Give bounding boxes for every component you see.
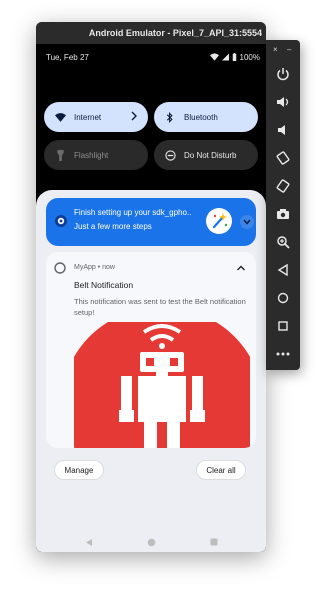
tile-dnd-label: Do Not Disturb xyxy=(184,150,237,160)
tile-internet[interactable]: Internet xyxy=(44,102,148,132)
nav-overview-icon[interactable] xyxy=(210,538,218,546)
tile-bluetooth[interactable]: Bluetooth xyxy=(154,102,258,132)
volume-down-icon[interactable] xyxy=(275,122,291,138)
flashlight-icon xyxy=(54,149,66,161)
collapse-chevron-icon[interactable] xyxy=(234,261,248,275)
expand-chevron-icon[interactable] xyxy=(240,215,254,229)
power-icon[interactable] xyxy=(275,66,291,82)
navigation-bar xyxy=(36,532,266,552)
tile-bluetooth-label: Bluetooth xyxy=(184,112,218,122)
close-panel-icon[interactable]: × xyxy=(273,45,278,54)
app-icon xyxy=(54,262,66,274)
robot-image xyxy=(74,322,250,448)
rotate-left-icon[interactable] xyxy=(275,150,291,166)
manage-button[interactable]: Manage xyxy=(54,460,104,480)
notification-body: This notification was sent to test the B… xyxy=(74,297,246,317)
nav-back-icon[interactable] xyxy=(85,538,93,547)
wifi-icon xyxy=(209,53,219,61)
rotate-right-icon[interactable] xyxy=(275,178,291,194)
magic-wand-icon xyxy=(206,208,232,234)
more-icon[interactable] xyxy=(275,346,291,362)
home-icon[interactable] xyxy=(275,290,291,306)
app-notification[interactable]: MyApp • now Belt Notification This notif… xyxy=(46,252,256,448)
notification-shade: Finish setting up your sdk_gpho.. Just a… xyxy=(36,190,266,552)
chevron-right-icon xyxy=(130,111,138,123)
minimize-panel-icon[interactable]: – xyxy=(287,45,291,54)
notification-app-time: MyApp • now xyxy=(74,264,115,271)
nav-home-icon[interactable] xyxy=(147,538,156,547)
notification-title: Belt Notification xyxy=(74,280,134,290)
do-not-disturb-icon xyxy=(164,149,176,161)
tile-do-not-disturb[interactable]: Do Not Disturb xyxy=(154,140,258,170)
tile-internet-label: Internet xyxy=(74,112,102,122)
overview-icon[interactable] xyxy=(275,318,291,334)
tile-flashlight-label: Flashlight xyxy=(74,150,109,160)
setup-subtitle: Just a few more steps xyxy=(74,222,152,231)
status-icons: 100% xyxy=(209,52,260,62)
battery-percent: 100% xyxy=(239,52,260,62)
wifi-icon xyxy=(54,111,66,123)
signal-icon xyxy=(221,53,229,61)
settings-gear-icon xyxy=(55,215,67,227)
setup-title: Finish setting up your sdk_gpho.. xyxy=(74,208,192,217)
battery-icon xyxy=(232,53,236,61)
status-bar: Tue, Feb 27 100% xyxy=(46,50,260,64)
setup-notification[interactable]: Finish setting up your sdk_gpho.. Just a… xyxy=(46,198,256,246)
back-icon[interactable] xyxy=(275,262,291,278)
tile-flashlight[interactable]: Flashlight xyxy=(44,140,148,170)
zoom-icon[interactable] xyxy=(275,234,291,250)
status-date: Tue, Feb 27 xyxy=(46,52,89,62)
window-title: Android Emulator - Pixel_7_API_31:5554 xyxy=(88,28,262,38)
volume-up-icon[interactable] xyxy=(275,94,291,110)
emulator-control-panel: × – xyxy=(266,40,300,370)
device-screen: Tue, Feb 27 100% Internet Bluetooth Flas… xyxy=(36,44,266,552)
emulator-window: Android Emulator - Pixel_7_API_31:5554 T… xyxy=(36,22,266,552)
window-title-bar[interactable]: Android Emulator - Pixel_7_API_31:5554 xyxy=(36,22,266,44)
clear-all-button[interactable]: Clear all xyxy=(196,460,246,480)
camera-icon[interactable] xyxy=(275,206,291,222)
bluetooth-icon xyxy=(164,111,176,123)
